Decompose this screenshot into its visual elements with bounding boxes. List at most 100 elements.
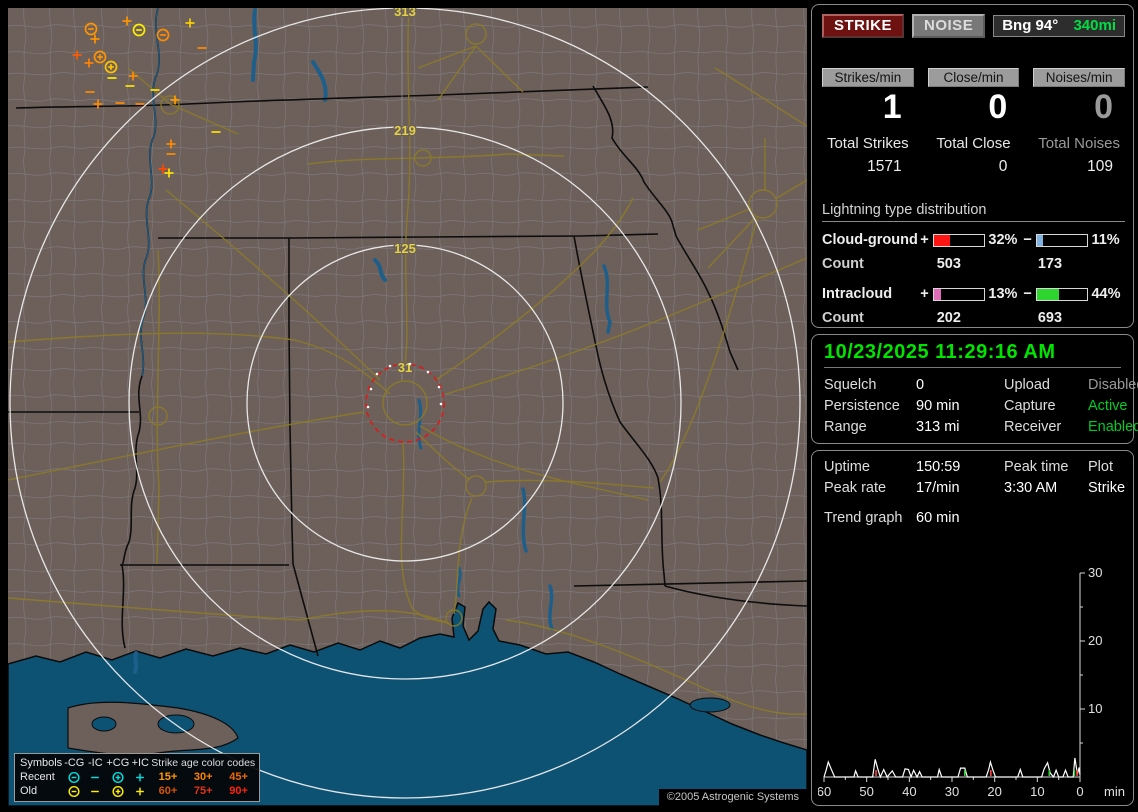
svg-text:60: 60 xyxy=(818,784,831,799)
lake-pontchartrain xyxy=(158,715,194,733)
legend-row-recent-label: Recent xyxy=(19,770,63,784)
trend-graph: 1020306050403020100min xyxy=(818,567,1128,803)
total-strikes-label: Total Strikes xyxy=(822,135,914,152)
lake-west xyxy=(92,717,116,731)
legend-col-nic: -IC xyxy=(85,756,105,770)
total-close-label: Total Close xyxy=(928,135,1020,152)
noises-per-min-button[interactable]: Noises/min xyxy=(1033,68,1125,87)
plot-label: Plot xyxy=(1088,459,1125,475)
legend-col-ncg: -CG xyxy=(63,756,85,770)
svg-text:31: 31 xyxy=(398,360,412,375)
strike-toggle-button[interactable]: STRIKE xyxy=(822,14,904,38)
svg-text:10: 10 xyxy=(1088,701,1102,716)
noise-toggle-button[interactable]: NOISE xyxy=(912,14,985,38)
strikes-rate: 1 xyxy=(822,89,914,126)
sidebar: STRIKE NOISE Bng 94° 340mi Strikes/min 1… xyxy=(811,4,1134,806)
intracloud-row: Intracloud + 13% − 44% xyxy=(822,286,1125,302)
cloud-ground-label: Cloud-ground xyxy=(822,232,919,248)
status-panel: 10/23/2025 11:29:16 AM Squelch 0 Upload … xyxy=(811,334,1134,444)
recent-cg-plus-icon xyxy=(105,770,130,784)
age-75: 75+ xyxy=(186,784,221,798)
cg-negative-pct: 11% xyxy=(1091,232,1125,248)
old-cg-minus-icon xyxy=(63,784,85,798)
bearing-readout: Bng 94° 340mi xyxy=(993,15,1125,37)
recent-cg-minus-icon xyxy=(63,770,85,784)
ic-negative-bar xyxy=(1036,288,1088,301)
svg-text:40: 40 xyxy=(902,784,916,799)
svg-text:10: 10 xyxy=(1030,784,1044,799)
strikes-per-min-button[interactable]: Strikes/min xyxy=(822,68,914,87)
bearing-value: Bng 94° xyxy=(1002,17,1058,34)
cg-positive-bar xyxy=(933,234,985,247)
total-strikes-value: 1571 xyxy=(822,158,914,176)
range-value: 313 mi xyxy=(916,419,1004,435)
total-close-value: 0 xyxy=(928,158,1020,176)
old-ic-minus-icon xyxy=(85,784,105,798)
symbol-legend: Symbols -CG -IC +CG +IC Strike age color… xyxy=(14,753,260,802)
cg-positive-count: 503 xyxy=(923,256,1024,272)
distance-value: 340mi xyxy=(1073,17,1116,34)
upload-value: Disabled xyxy=(1088,377,1138,393)
squelch-value: 0 xyxy=(916,377,1004,393)
datetime-display: 10/23/2025 11:29:16 AM xyxy=(824,341,1121,368)
trend-graph-value: 60 min xyxy=(916,510,1121,526)
app-window: 31321912531 Symbols -CG -IC +CG +IC xyxy=(0,0,1138,812)
svg-text:0: 0 xyxy=(1076,784,1083,799)
map-svg[interactable]: 313 219 125 31 xyxy=(8,8,807,806)
peak-time-value: 3:30 AM xyxy=(1004,480,1088,496)
plus-sign: + xyxy=(919,232,930,248)
age-60: 60+ xyxy=(150,784,185,798)
ic-negative-count: 693 xyxy=(1024,310,1125,326)
ic-positive-count: 202 xyxy=(923,310,1024,326)
uptime-value: 150:59 xyxy=(916,459,1004,475)
age-45: 45+ xyxy=(221,770,256,784)
age-30: 30+ xyxy=(186,770,221,784)
lightning-map[interactable]: 31321912531 Symbols -CG -IC +CG +IC xyxy=(8,8,807,806)
svg-text:20: 20 xyxy=(987,784,1001,799)
svg-text:219: 219 xyxy=(394,123,416,138)
svg-text:313: 313 xyxy=(394,8,416,19)
distribution-title: Lightning type distribution xyxy=(822,202,1125,222)
persistence-label: Persistence xyxy=(824,398,916,414)
cg-negative-count: 173 xyxy=(1024,256,1125,272)
age-15: 15+ xyxy=(150,770,185,784)
close-column: Close/min 0 Total Close 0 xyxy=(928,68,1020,176)
receiver-value: Enabled xyxy=(1088,419,1138,435)
peak-time-label: Peak time xyxy=(1004,459,1088,475)
svg-text:20: 20 xyxy=(1088,633,1102,648)
svg-text:min: min xyxy=(1104,784,1125,799)
cloud-ground-count-row: Count 503 173 xyxy=(822,256,1125,272)
capture-value: Active xyxy=(1088,398,1138,414)
svg-text:30: 30 xyxy=(945,784,959,799)
noises-column: Noises/min 0 Total Noises 109 xyxy=(1033,68,1125,176)
legend-row-old-label: Old xyxy=(19,784,63,798)
squelch-label: Squelch xyxy=(824,377,916,393)
receiver-label: Receiver xyxy=(1004,419,1088,435)
ic-positive-pct: 13% xyxy=(988,286,1022,302)
close-rate: 0 xyxy=(928,89,1020,126)
recent-ic-minus-icon xyxy=(85,770,105,784)
range-label: Range xyxy=(824,419,916,435)
close-per-min-button[interactable]: Close/min xyxy=(928,68,1020,87)
persistence-value: 90 min xyxy=(916,398,1004,414)
upload-label: Upload xyxy=(1004,377,1088,393)
legend-age-title: Strike age color codes xyxy=(150,756,256,770)
trend-graph-label: Trend graph xyxy=(824,510,916,526)
age-90: 90+ xyxy=(221,784,256,798)
capture-label: Capture xyxy=(1004,398,1088,414)
strikes-column: Strikes/min 1 Total Strikes 1571 xyxy=(822,68,914,176)
session-panel: Uptime 150:59 Peak time Plot Peak rate 1… xyxy=(811,450,1134,806)
lightning-distribution: Lightning type distribution Cloud-ground… xyxy=(822,202,1125,326)
total-noises-value: 109 xyxy=(1033,158,1125,176)
minus-sign: − xyxy=(1022,286,1033,302)
minus-sign: − xyxy=(1022,232,1033,248)
cloud-ground-row: Cloud-ground + 32% − 11% xyxy=(822,232,1125,248)
svg-text:125: 125 xyxy=(394,241,416,256)
legend-col-pcg: +CG xyxy=(105,756,130,770)
intracloud-label: Intracloud xyxy=(822,286,919,302)
old-ic-plus-icon xyxy=(130,784,150,798)
ic-positive-bar xyxy=(933,288,985,301)
legend-symbols-header: Symbols xyxy=(19,756,63,770)
ic-negative-pct: 44% xyxy=(1091,286,1125,302)
plot-value: Strike xyxy=(1088,480,1125,496)
